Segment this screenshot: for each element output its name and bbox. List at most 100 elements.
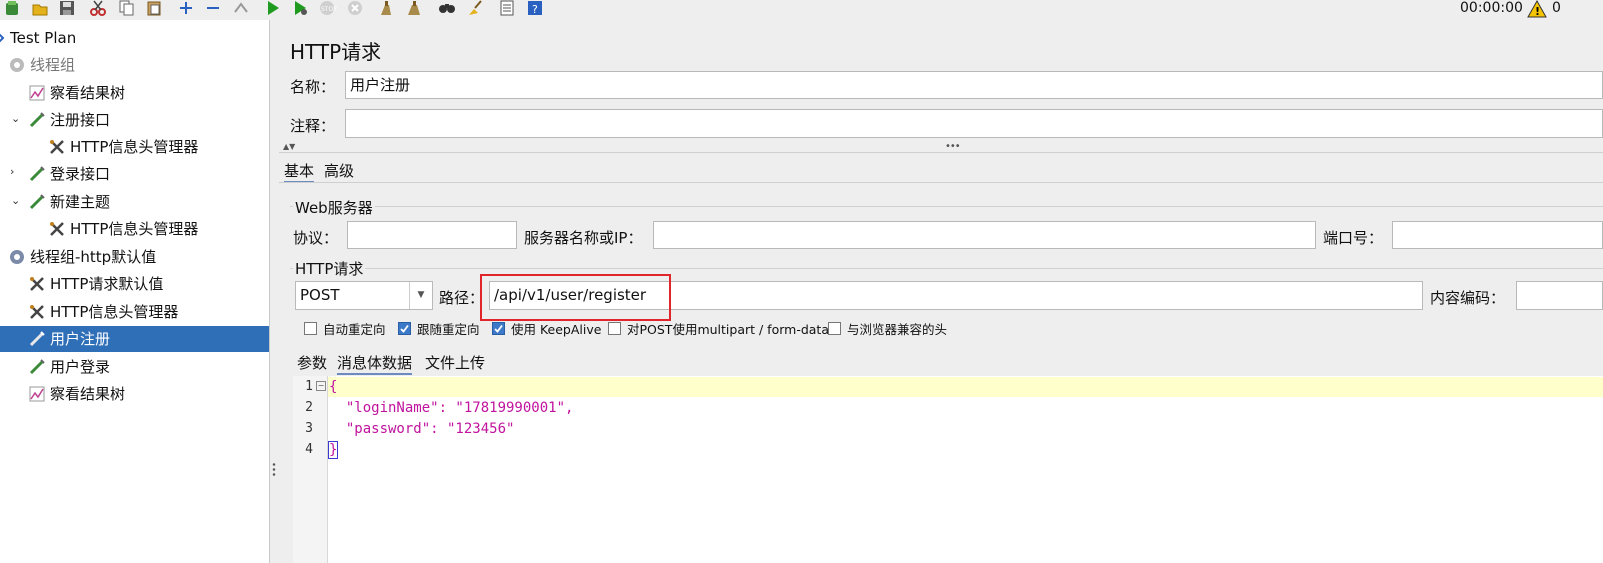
tree-node-label: 注册接口 (50, 111, 111, 129)
server-label: 服务器名称或IP： (524, 229, 643, 247)
sampler-icon (28, 193, 46, 211)
paste-icon[interactable] (144, 0, 164, 16)
search-icon[interactable] (437, 0, 457, 16)
http-request-group-title: HTTP请求 (293, 258, 366, 279)
open-icon[interactable] (30, 0, 50, 16)
checkbox-box[interactable] (608, 322, 621, 335)
checkbox-browser-headers[interactable]: 与浏览器兼容的头 (828, 319, 947, 338)
config-icon (28, 303, 46, 321)
tab-body-data[interactable]: 消息体数据 (337, 352, 413, 375)
tree-node-label: 察看结果树 (50, 385, 126, 403)
start-no-pauses-icon[interactable] (290, 0, 310, 16)
tree-node-user-register[interactable]: 用户注册 (0, 326, 269, 352)
checkbox-multipart[interactable]: 对POST使用multipart / form-data (608, 319, 829, 338)
tab-underline (279, 182, 1603, 183)
warning-icon[interactable]: ! (1527, 0, 1547, 22)
server-field[interactable] (653, 221, 1316, 249)
tree-node-header-manager[interactable]: HTTP信息头管理器 (48, 134, 269, 160)
tree-node-label: 用户注册 (50, 330, 111, 348)
tree-node-header-manager[interactable]: HTTP信息头管理器 (28, 299, 269, 325)
tree-node-label: 察看结果树 (50, 84, 126, 102)
tree-node-header-manager[interactable]: HTTP信息头管理器 (48, 216, 269, 242)
protocol-label: 协议： (293, 229, 339, 247)
tree-node-view-results-tree[interactable]: 察看结果树 (28, 80, 269, 106)
elapsed-timer: 00:00:00 (1460, 0, 1523, 16)
comment-field[interactable] (345, 109, 1603, 138)
panel-splitter[interactable] (270, 20, 278, 563)
clear-icon[interactable] (376, 0, 396, 16)
tab-basic[interactable]: 基本 (284, 160, 315, 183)
path-highlight-box (480, 274, 671, 321)
stop-icon[interactable]: STOP (317, 0, 337, 16)
expand-icon[interactable] (176, 0, 196, 16)
cut-icon[interactable] (88, 0, 108, 16)
divider (279, 152, 1603, 153)
copy-icon[interactable] (117, 0, 137, 16)
encoding-field[interactable] (1516, 281, 1603, 310)
config-icon (28, 275, 46, 293)
tree-node-expand-toggle[interactable]: › (10, 166, 20, 177)
clear-all-icon[interactable] (404, 0, 424, 16)
tree-node-register-api[interactable]: 注册接口 (28, 107, 269, 133)
code-line: { (329, 379, 338, 395)
reset-search-icon[interactable] (465, 0, 485, 16)
thread-group-icon (8, 248, 26, 266)
protocol-field[interactable] (347, 221, 517, 249)
tree-node-label: HTTP信息头管理器 (70, 138, 199, 156)
save-icon[interactable] (57, 0, 77, 16)
toggle-icon[interactable] (231, 0, 251, 16)
listener-icon (28, 385, 46, 403)
comment-label: 注释： (290, 117, 336, 135)
help-icon[interactable]: ? (525, 0, 545, 16)
checkbox-box[interactable] (304, 322, 317, 335)
method-select[interactable]: POST ▼ (295, 281, 433, 310)
tree-node-label: 新建主题 (50, 193, 111, 211)
checkmark-icon[interactable] (492, 322, 505, 335)
checkbox-keepalive[interactable]: 使用 KeepAlive (492, 319, 601, 338)
tree-node-label: 线程组 (30, 56, 76, 74)
checkbox-label: 自动重定向 (323, 322, 386, 337)
code-line: "password": "123456" (329, 421, 515, 437)
http-request-group-border (290, 268, 1603, 269)
name-field[interactable]: 用户注册 (345, 71, 1603, 99)
tab-advanced[interactable]: 高级 (324, 160, 354, 181)
tree-node-thread-group[interactable]: 线程组 (8, 52, 269, 78)
shutdown-icon[interactable] (345, 0, 365, 16)
tree-node-new-topic[interactable]: 新建主题 (28, 189, 269, 215)
checkmark-icon[interactable] (398, 322, 411, 335)
code-line: } (327, 441, 339, 459)
sampler-icon (28, 330, 46, 348)
tree-node-login-api[interactable]: 登录接口 (28, 161, 269, 187)
divider-grip-icon[interactable]: ••• (945, 141, 961, 152)
tree-node-thread-group-http-defaults[interactable]: 线程组-http默认值 (8, 244, 269, 270)
collapse-icon[interactable] (203, 0, 223, 16)
svg-text:!: ! (1535, 5, 1540, 18)
collapse-arrows-icon[interactable]: ▲▼ (283, 142, 295, 151)
sampler-icon (28, 165, 46, 183)
tree-node-label: HTTP信息头管理器 (70, 220, 199, 238)
checkbox-label: 对POST使用multipart / form-data (627, 322, 829, 337)
svg-text:?: ? (532, 3, 538, 16)
templates-icon[interactable] (2, 0, 22, 16)
current-line-highlight (328, 377, 1603, 397)
tree-node-collapse-toggle[interactable]: ⌄ (11, 195, 21, 206)
body-data-editor[interactable]: 1 − 2 3 4 { "loginName": "17819990001", … (293, 376, 1603, 563)
tree-node-http-request-defaults[interactable]: HTTP请求默认值 (28, 271, 269, 297)
function-helper-icon[interactable] (497, 0, 517, 16)
tree-node-test-plan[interactable]: Test Plan (0, 25, 269, 51)
port-field[interactable] (1392, 221, 1603, 249)
tree-node-view-results-tree[interactable]: 察看结果树 (28, 381, 269, 407)
chevron-down-icon[interactable]: ▼ (409, 282, 432, 309)
checkbox-follow-redirect[interactable]: 跟随重定向 (398, 319, 480, 338)
fold-icon[interactable]: − (316, 381, 326, 391)
listener-icon (28, 84, 46, 102)
start-icon[interactable] (263, 0, 283, 16)
checkbox-box[interactable] (828, 322, 841, 335)
tab-parameters[interactable]: 参数 (297, 352, 327, 373)
tab-file-upload[interactable]: 文件上传 (425, 352, 485, 373)
page-title: HTTP请求 (290, 40, 382, 64)
web-server-group-border (290, 206, 1603, 207)
tree-node-user-login[interactable]: 用户登录 (28, 354, 269, 380)
checkbox-auto-redirect[interactable]: 自动重定向 (304, 319, 386, 338)
tree-node-collapse-toggle[interactable]: ⌄ (11, 113, 21, 124)
